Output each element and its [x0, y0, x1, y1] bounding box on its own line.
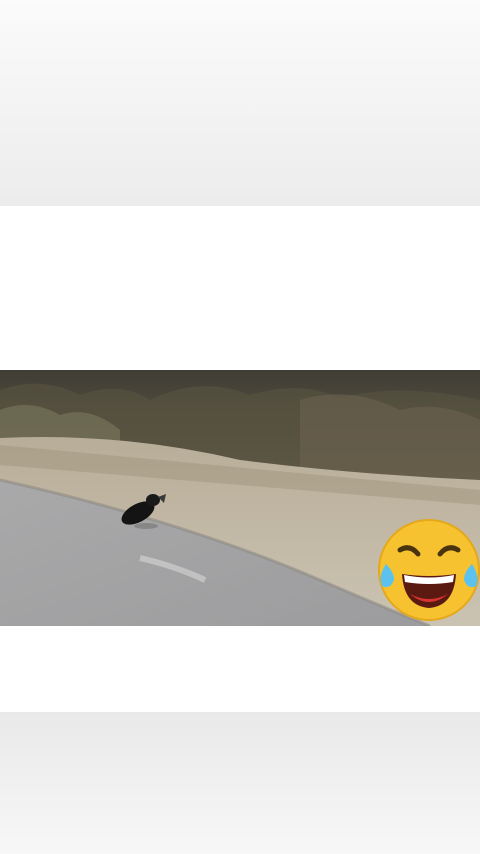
post-card — [0, 206, 480, 712]
face-with-tears-of-joy-icon — [378, 519, 480, 621]
blurred-background-bottom — [0, 712, 480, 854]
video-frame[interactable] — [0, 370, 480, 626]
page — [0, 0, 480, 854]
blurred-background-top — [0, 0, 480, 206]
